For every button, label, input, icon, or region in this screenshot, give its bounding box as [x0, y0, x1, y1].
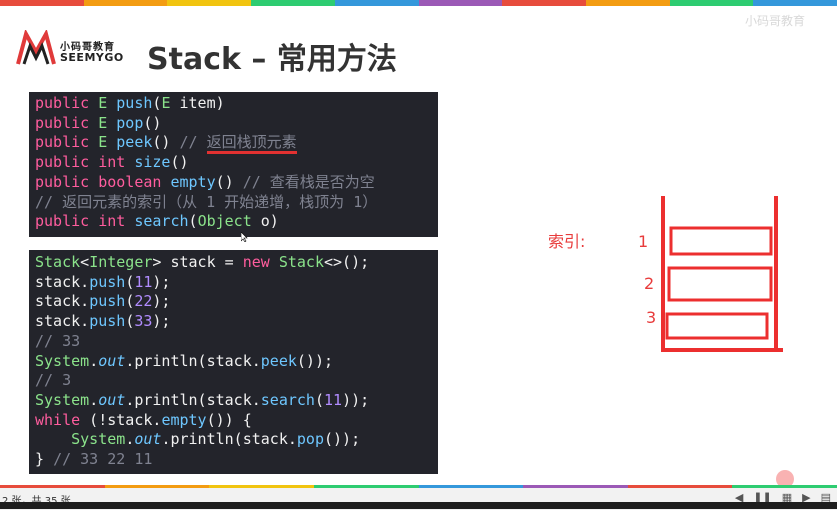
top-color-bar: [0, 0, 837, 6]
stack-slot-3: [665, 312, 769, 340]
code-line: stack.push(11);: [35, 272, 171, 291]
stack-slot-1: [669, 226, 773, 256]
highlighted-comment: 返回栈顶元素: [206, 133, 297, 155]
bottom-color-bar: [0, 485, 837, 488]
code-line: stack.push(33);: [35, 312, 171, 331]
code-line: public E push(E item): [35, 94, 225, 112]
logo: 小码哥教育 SEEMYGO: [16, 30, 136, 70]
code-line: while (!stack.empty()) {: [35, 410, 252, 429]
stack-slot-2: [667, 266, 773, 302]
code-line: Stack<Integer> stack = new Stack<>();: [35, 253, 370, 271]
code-line: } // 33 22 11: [35, 450, 153, 469]
code-line: // 3: [35, 371, 72, 390]
code-block-methods: public E push(E item) public E pop() pub…: [29, 92, 438, 237]
logo-text-en: SEEMYGO: [60, 51, 124, 64]
logo-icon: [16, 30, 56, 65]
code-line: System.out.println(stack.pop());: [71, 430, 361, 449]
mouse-cursor-icon: [241, 232, 248, 242]
code-line: // 返回元素的索引（从 1 开始递增，栈顶为 1）: [35, 192, 378, 211]
index-label: 索引:: [548, 232, 586, 251]
watermark: 小码哥教育: [745, 14, 806, 28]
code-line: public E pop(): [35, 113, 162, 132]
index-number-1: 1: [638, 232, 649, 251]
code-line: System.out.println(stack.search(11));: [35, 390, 370, 409]
code-block-example: Stack<Integer> stack = new Stack<>(); st…: [29, 250, 438, 474]
index-number-2: 2: [644, 274, 655, 293]
code-line: System.out.println(stack.peek());: [35, 351, 334, 370]
code-line: stack.push(22);: [35, 292, 171, 311]
code-line: public boolean empty() // 查看栈是否为空: [35, 172, 375, 191]
code-line: public int search(Object o): [35, 212, 279, 231]
code-line: public E peek() // 返回栈顶元素: [29, 133, 438, 155]
stack-diagram: [661, 196, 783, 352]
slide-title: Stack – 常用方法: [147, 42, 397, 77]
taskbar: [0, 502, 837, 509]
stack-container: [661, 196, 783, 352]
code-line: public int size(): [35, 153, 189, 172]
code-line: // 33: [35, 331, 81, 350]
